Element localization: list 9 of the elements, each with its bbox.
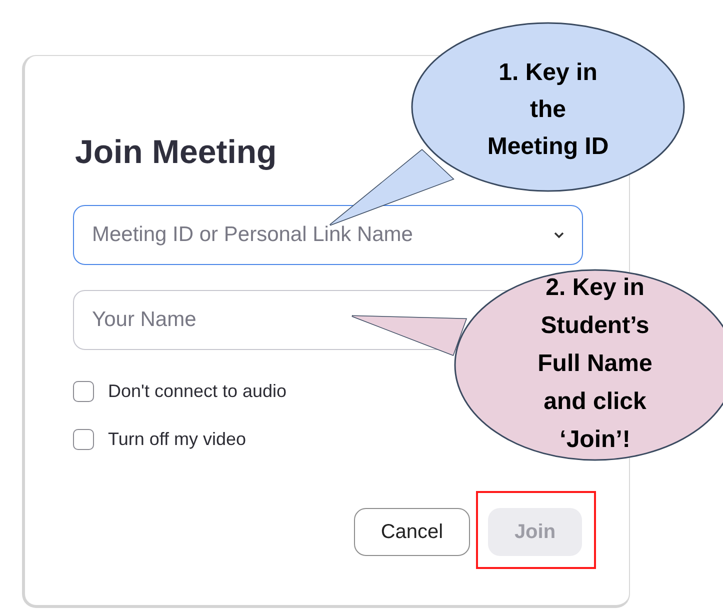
- cancel-button[interactable]: Cancel: [354, 508, 470, 556]
- meeting-id-field[interactable]: Meeting ID or Personal Link Name: [73, 205, 583, 265]
- checkbox[interactable]: [73, 429, 94, 450]
- checkbox-label: Don't connect to audio: [108, 381, 287, 402]
- dialog-title: Join Meeting: [75, 132, 277, 172]
- chevron-down-icon[interactable]: [553, 231, 565, 239]
- callout-tooltip-text: 1. Key in the Meeting ID: [486, 58, 610, 162]
- checkbox-label: Turn off my video: [108, 429, 246, 450]
- checkbox[interactable]: [73, 381, 94, 402]
